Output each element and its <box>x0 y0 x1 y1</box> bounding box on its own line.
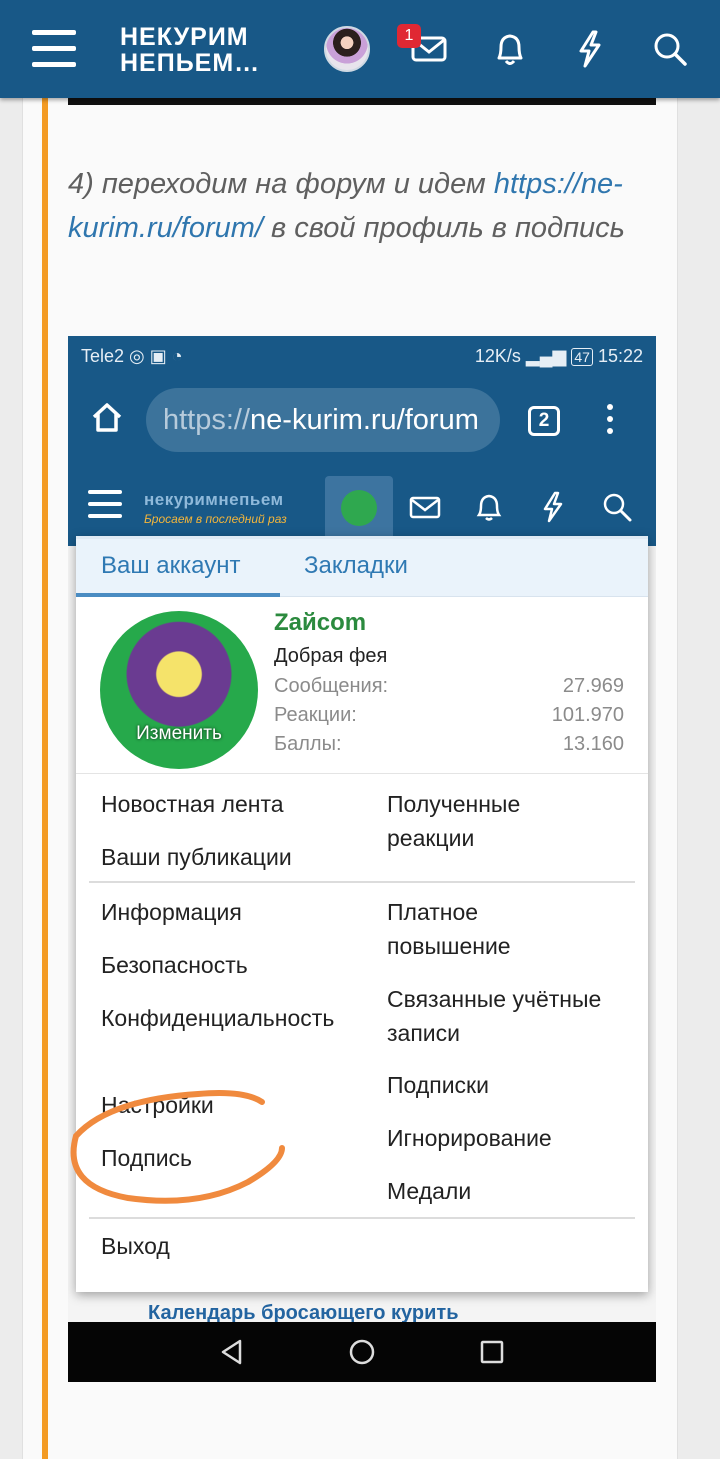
bell-icon[interactable] <box>490 28 530 70</box>
menu-received-reactions[interactable]: Полученные реакции <box>387 787 597 855</box>
forum-search-icon[interactable] <box>600 490 634 524</box>
logo-line-1: НЕКУРИМ <box>120 23 249 51</box>
menu-settings[interactable]: Настройки <box>101 1088 214 1122</box>
bolt-icon[interactable] <box>570 28 610 70</box>
instruction-before: 4) переходим на форум и идем <box>68 168 494 200</box>
stat-value: 101.970 <box>551 704 624 726</box>
tab-switcher-button[interactable]: 2 <box>528 406 560 436</box>
background-list-fragment: Календарь бросающего курить <box>148 1302 459 1322</box>
status-bar: Tele2 ◎ ▣ ◔ 12K/s ▂▄▆ 47 15:22 <box>68 336 656 376</box>
forum-menu-icon[interactable] <box>88 490 122 520</box>
back-icon[interactable] <box>218 1338 246 1366</box>
account-dropdown: Ваш аккаунт Закладки Изменить Zайсоm Доб… <box>76 536 648 1292</box>
stat-label: Баллы: <box>274 733 342 755</box>
avatar-edit-label[interactable]: Изменить <box>100 723 258 745</box>
menu-signature[interactable]: Подпись <box>101 1141 192 1175</box>
status-icons: ◎ ▣ ◔ <box>129 346 183 366</box>
menu-following[interactable]: Подписки <box>387 1068 489 1102</box>
menu-connected-accounts[interactable]: Связанные учётные записи <box>387 982 637 1050</box>
menu-privacy[interactable]: Конфиденциальность <box>101 1001 341 1035</box>
divider <box>76 773 648 774</box>
menu-icon[interactable] <box>32 30 76 68</box>
stat-label: Реакции: <box>274 704 357 726</box>
stat-reactions: Реакции: 101.970 <box>274 704 624 727</box>
menu-logout[interactable]: Выход <box>101 1229 170 1263</box>
tab-bookmarks[interactable]: Закладки <box>304 552 408 580</box>
dropdown-tabs: Ваш аккаунт Закладки <box>76 539 648 597</box>
forum-header: некуримнепьем Бросаем в последний раз <box>68 472 656 546</box>
account-avatar <box>341 490 377 526</box>
signal-icon: ▂▄▆ <box>525 346 567 366</box>
divider <box>89 1217 635 1219</box>
url-host: ne-kurim.ru/forum <box>250 404 479 436</box>
browser-toolbar: https://ne-kurim.ru/forum 2 <box>68 384 656 456</box>
previous-image-edge <box>68 98 656 105</box>
instruction-after: в свой профиль в подпись <box>262 212 625 244</box>
url-scheme: https:// <box>163 404 251 436</box>
network-speed: 12K/s <box>474 346 521 366</box>
site-header: НЕКУРИМ НЕПЬЕМ… 1 <box>0 0 720 98</box>
user-title: Добрая фея <box>274 645 388 667</box>
time-label: 15:22 <box>597 346 643 366</box>
active-tab-indicator <box>76 593 280 597</box>
carrier-label: Tele2 <box>81 346 125 366</box>
divider <box>89 881 635 883</box>
forum-logo[interactable]: некуримнепьем Бросаем в последний раз <box>144 490 287 526</box>
home-nav-icon[interactable] <box>348 1338 376 1366</box>
embedded-screenshot: Tele2 ◎ ▣ ◔ 12K/s ▂▄▆ 47 15:22 https://n… <box>68 336 656 1382</box>
recents-icon[interactable] <box>478 1338 506 1366</box>
battery-level: 47 <box>571 348 593 366</box>
android-nav-bar <box>68 1322 656 1382</box>
menu-information[interactable]: Информация <box>101 895 242 929</box>
menu-security[interactable]: Безопасность <box>101 948 248 982</box>
forum-bell-icon[interactable] <box>472 490 506 524</box>
home-icon[interactable] <box>90 400 124 434</box>
menu-ignoring[interactable]: Игнорирование <box>387 1121 552 1155</box>
logo-line-2: НЕПЬЕМ… <box>120 49 261 77</box>
stat-value: 27.969 <box>562 675 624 697</box>
search-icon[interactable] <box>650 28 690 70</box>
menu-paid-upgrade[interactable]: Платное повышение <box>387 895 557 963</box>
stat-messages: Сообщения: 27.969 <box>274 675 624 698</box>
post-accent-bar <box>42 98 48 1459</box>
stat-label: Сообщения: <box>274 675 389 697</box>
user-avatar[interactable] <box>324 26 370 72</box>
stat-points: Баллы: 13.160 <box>274 733 624 756</box>
menu-your-posts[interactable]: Ваши публикации <box>101 840 292 874</box>
stat-value: 13.160 <box>562 733 624 755</box>
tab-your-account[interactable]: Ваш аккаунт <box>101 552 240 580</box>
menu-news-feed[interactable]: Новостная лента <box>101 787 284 821</box>
forum-logo-title: некуримнепьем <box>144 490 284 509</box>
profile-avatar[interactable]: Изменить <box>100 611 258 769</box>
site-logo[interactable]: НЕКУРИМ НЕПЬЕМ… <box>120 24 260 76</box>
address-bar[interactable]: https://ne-kurim.ru/forum <box>146 388 500 452</box>
overflow-menu-icon[interactable] <box>606 404 614 440</box>
menu-medals[interactable]: Медали <box>387 1174 471 1208</box>
username[interactable]: Zайсоm <box>274 609 366 637</box>
forum-logo-tagline: Бросаем в последний раз <box>144 512 287 526</box>
forum-mail-icon[interactable] <box>408 490 442 524</box>
forum-bolt-icon[interactable] <box>536 490 570 524</box>
instruction-text: 4) переходим на форум и идем https://ne-… <box>68 162 628 250</box>
notification-badge: 1 <box>397 24 421 48</box>
